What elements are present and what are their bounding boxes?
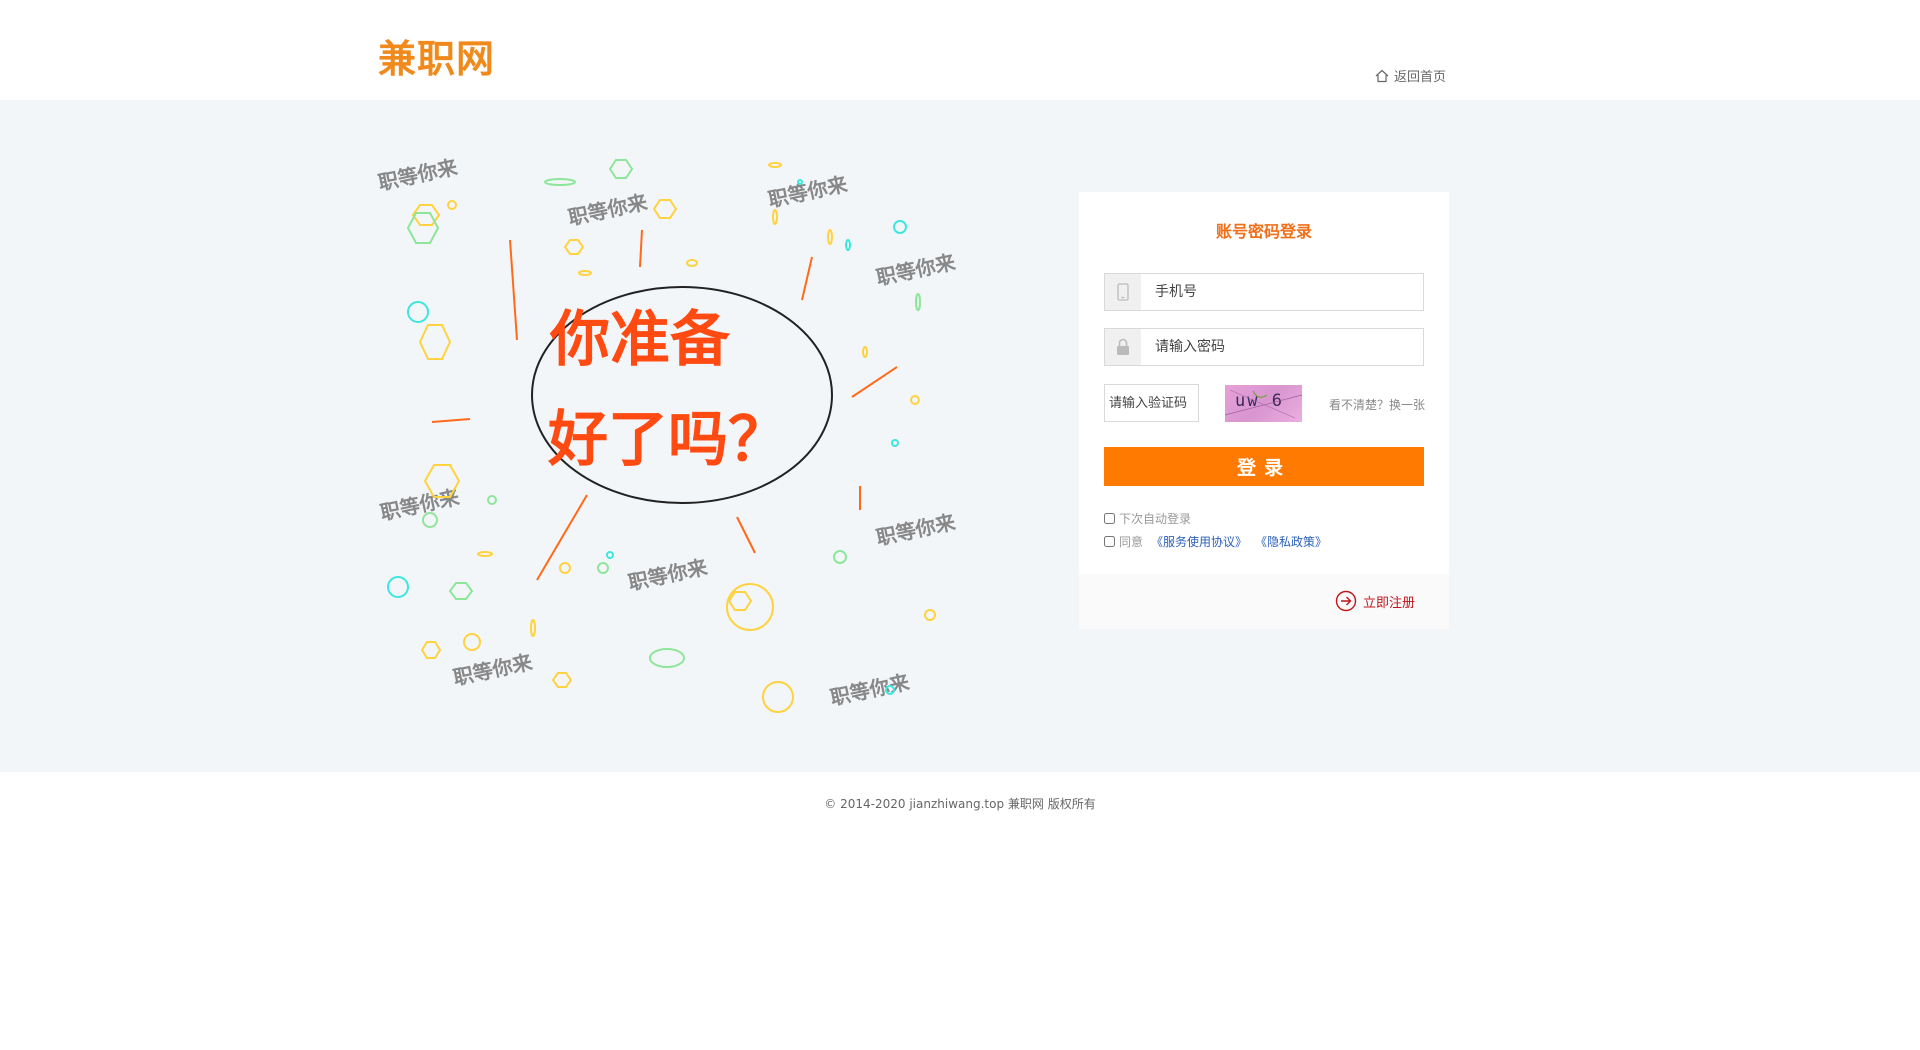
phone-input[interactable] [1141, 274, 1423, 310]
terms-link[interactable]: 《服务使用协议》 [1151, 533, 1247, 550]
lock-icon [1105, 329, 1141, 365]
login-panel: 账号密码登录 uw 6 看不清楚？换一张 登录 下次自动登录 同意 《服务使用协… [1079, 192, 1449, 629]
tag-text: 职等你来 [378, 485, 462, 525]
captcha-image[interactable]: uw 6 [1225, 385, 1302, 422]
arrow-circle-icon [1335, 590, 1357, 612]
home-link[interactable]: 返回首页 [1374, 66, 1446, 85]
agree-checkbox[interactable] [1104, 536, 1115, 547]
tag-text: 职等你来 [626, 555, 710, 595]
register-link[interactable]: 立即注册 [1335, 590, 1415, 612]
headline-line1: 你准备 [549, 305, 731, 375]
tag-text: 职等你来 [828, 670, 912, 710]
privacy-link[interactable]: 《隐私政策》 [1255, 533, 1327, 550]
phone-icon [1105, 274, 1141, 310]
register-label: 立即注册 [1362, 595, 1415, 611]
remember-label: 下次自动登录 [1119, 512, 1192, 526]
tag-text: 职等你来 [766, 172, 850, 212]
captcha-input[interactable] [1104, 384, 1199, 422]
header: 兼职网 返回首页 [0, 0, 1920, 100]
headline-line2: 好了吗？ [547, 405, 788, 475]
phone-field [1104, 273, 1424, 311]
password-input[interactable] [1141, 329, 1423, 365]
tag-text: 职等你来 [376, 155, 460, 195]
remember-option[interactable]: 下次自动登录 [1104, 510, 1191, 527]
captcha-noise [1225, 389, 1302, 419]
home-icon [1375, 69, 1389, 82]
tag-text: 职等你来 [566, 190, 650, 230]
remember-checkbox[interactable] [1104, 513, 1115, 524]
captcha-refresh-link[interactable]: 看不清楚？换一张 [1329, 396, 1425, 413]
copyright: © 2014-2020 jianzhiwang.top 兼职网 版权所有 [824, 797, 1096, 811]
home-link-label: 返回首页 [1394, 70, 1447, 85]
tag-text: 职等你来 [451, 650, 535, 690]
agreement-option: 同意 《服务使用协议》 《隐私政策》 [1104, 533, 1327, 550]
login-button[interactable]: 登录 [1104, 447, 1424, 486]
panel-footer: 立即注册 [1079, 574, 1449, 629]
agree-label: 同意 [1119, 535, 1144, 549]
tag-text: 职等你来 [874, 510, 958, 550]
illustration-svg: 职等你来 职等你来 职等你来 职等你来 职等你来 职等你来 职等你来 职等你来 … [376, 155, 958, 713]
tag-text: 职等你来 [874, 250, 958, 290]
password-field [1104, 328, 1424, 366]
site-logo[interactable]: 兼职网 [378, 28, 495, 83]
illustration: 职等你来 职等你来 职等你来 职等你来 职等你来 职等你来 职等你来 职等你来 … [370, 145, 980, 725]
login-title: 账号密码登录 [1215, 222, 1312, 241]
